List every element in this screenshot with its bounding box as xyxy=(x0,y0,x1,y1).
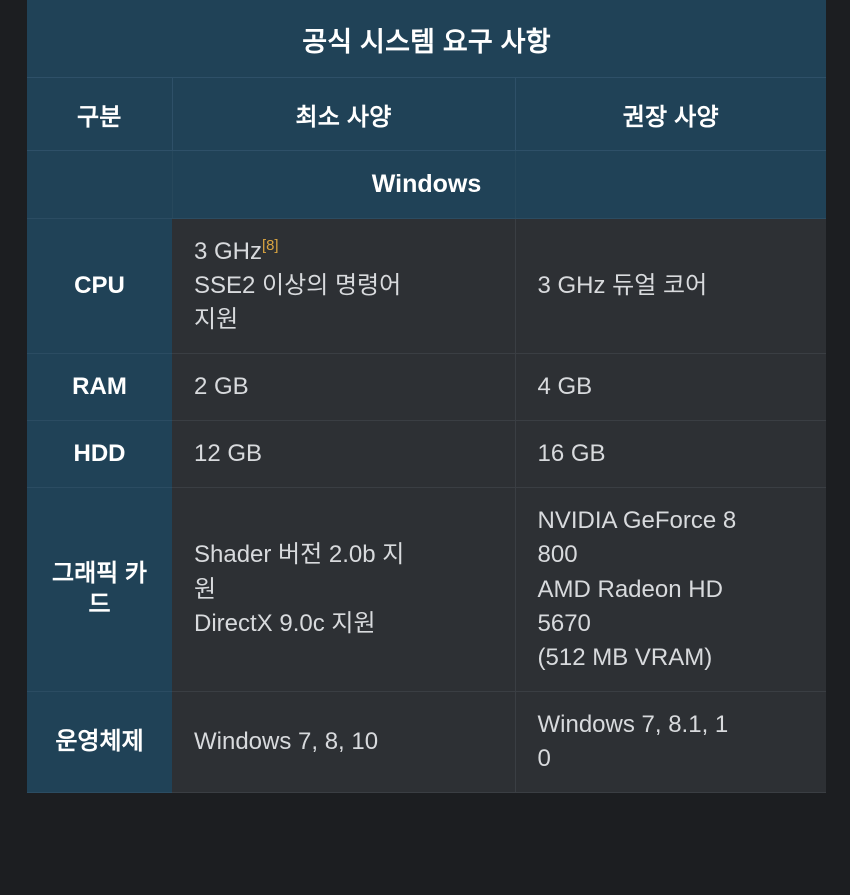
table-title: 공식 시스템 요구 사항 xyxy=(27,0,826,78)
cpu-rec-line-1: 3 GHz 듀얼 코어 xyxy=(537,272,708,300)
gpu-rec-line-4: 5670 xyxy=(537,609,591,637)
row-recommended-hdd: 16 GB xyxy=(515,420,826,489)
cpu-min-line-3: 지원 xyxy=(194,306,239,334)
table-header-row: 구분 최소 사양 권장 사양 xyxy=(27,77,826,151)
column-header-minimum: 최소 사양 xyxy=(172,77,516,151)
hdd-min-line-1: 12 GB xyxy=(194,440,263,468)
text-line: 3 GHz[8] xyxy=(194,235,495,269)
table-title-row: 공식 시스템 요구 사항 xyxy=(27,0,826,78)
cpu-min-line-1: 3 GHz xyxy=(194,238,263,265)
column-header-category: 구분 xyxy=(27,77,173,151)
gpu-rec-line-5: (512 MB VRAM) xyxy=(537,643,713,671)
system-requirements-table-wrapper: 공식 시스템 요구 사항 구분 최소 사양 권장 사양 Windows CPU … xyxy=(27,0,826,793)
row-minimum-cpu: 3 GHz[8] SSE2 이상의 명령어 지원 xyxy=(172,218,516,355)
row-recommended-operating-system: Windows 7, 8.1, 1 0 xyxy=(515,691,826,793)
row-label-ram: RAM xyxy=(27,353,172,422)
section-header-windows: Windows xyxy=(27,150,826,219)
section-divider-right xyxy=(515,151,516,218)
ram-min-line-1: 2 GB xyxy=(194,373,249,401)
row-label-graphics-card: 그래픽 카드 xyxy=(27,487,172,692)
table-row: CPU 3 GHz[8] SSE2 이상의 명령어 지원 3 GHz 듀얼 코어 xyxy=(27,218,826,355)
table-row: HDD 12 GB 16 GB xyxy=(27,420,826,489)
gpu-min-line-3: DirectX 9.0c 지원 xyxy=(194,609,376,637)
table-row: RAM 2 GB 4 GB xyxy=(27,353,826,422)
section-divider-left xyxy=(172,151,173,218)
section-label: Windows xyxy=(371,170,482,198)
os-rec-line-2: 0 xyxy=(537,744,551,772)
ram-rec-line-1: 4 GB xyxy=(537,373,593,401)
gpu-rec-line-1: NVIDIA GeForce 8 xyxy=(537,507,737,535)
section-row-windows: Windows xyxy=(27,150,826,219)
cpu-min-line-2: SSE2 이상의 명령어 xyxy=(194,272,402,300)
row-recommended-cpu: 3 GHz 듀얼 코어 xyxy=(515,218,826,355)
system-requirements-table: 공식 시스템 요구 사항 구분 최소 사양 권장 사양 Windows CPU … xyxy=(27,0,826,793)
row-minimum-hdd: 12 GB xyxy=(172,420,516,489)
hdd-rec-line-1: 16 GB xyxy=(537,440,606,468)
gpu-min-line-2: 원 xyxy=(194,575,217,603)
row-minimum-graphics-card: Shader 버전 2.0b 지 원 DirectX 9.0c 지원 xyxy=(172,487,516,692)
row-minimum-ram: 2 GB xyxy=(172,353,516,422)
os-min-line-1: Windows 7, 8, 10 xyxy=(194,727,379,755)
gpu-rec-line-2: 800 xyxy=(537,541,578,569)
row-label-hdd: HDD xyxy=(27,420,172,489)
gpu-min-line-1: Shader 버전 2.0b 지 xyxy=(194,541,405,569)
row-recommended-ram: 4 GB xyxy=(515,353,826,422)
row-label-cpu: CPU xyxy=(27,218,172,355)
table-row: 운영체제 Windows 7, 8, 10 Windows 7, 8.1, 1 … xyxy=(27,691,826,793)
column-header-recommended: 권장 사양 xyxy=(515,77,826,151)
row-recommended-graphics-card: NVIDIA GeForce 8 800 AMD Radeon HD 5670 … xyxy=(515,487,826,692)
page-root: 공식 시스템 요구 사항 구분 최소 사양 권장 사양 Windows CPU … xyxy=(0,0,850,895)
reference-link-8[interactable]: [8] xyxy=(262,238,279,254)
table-row: 그래픽 카드 Shader 버전 2.0b 지 원 DirectX 9.0c 지… xyxy=(27,487,826,692)
row-minimum-operating-system: Windows 7, 8, 10 xyxy=(172,691,516,793)
os-rec-line-1: Windows 7, 8.1, 1 xyxy=(537,710,729,738)
row-label-operating-system: 운영체제 xyxy=(27,691,172,793)
gpu-rec-line-3: AMD Radeon HD xyxy=(537,575,723,603)
